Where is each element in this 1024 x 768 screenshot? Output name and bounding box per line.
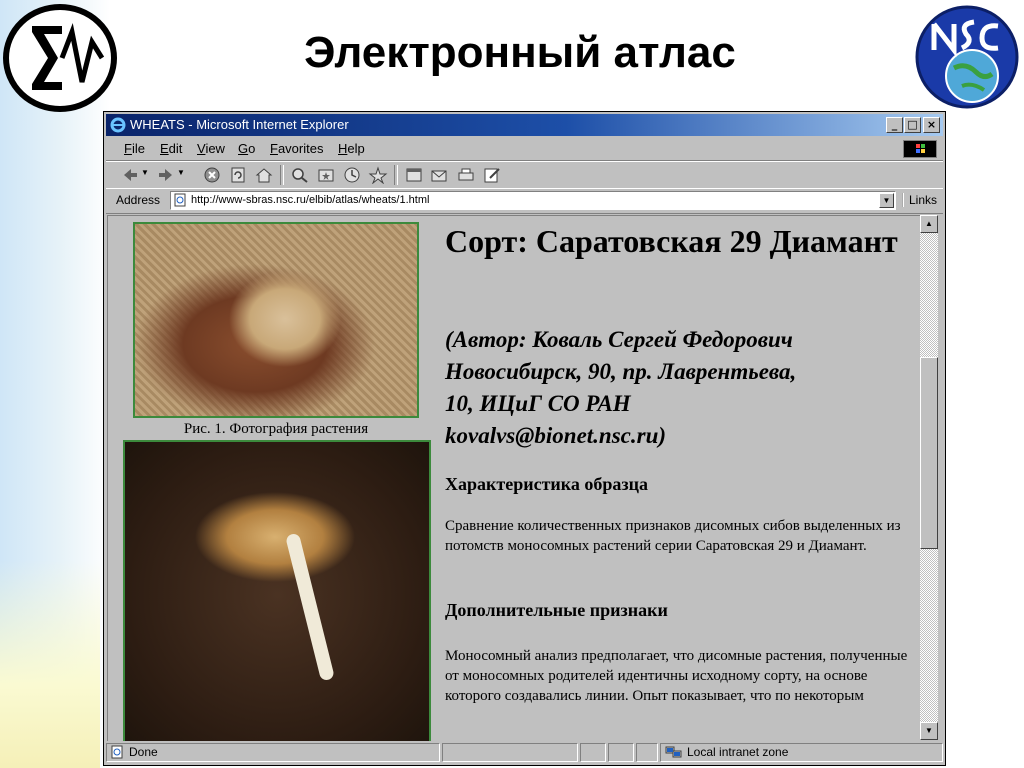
toolbar-separator xyxy=(394,165,398,185)
print-icon[interactable] xyxy=(456,166,476,184)
browser-window: WHEATS - Microsoft Internet Explorer _ □… xyxy=(103,111,946,766)
search-icon[interactable] xyxy=(290,166,310,184)
section-heading-additional: Дополнительные признаки xyxy=(445,600,668,620)
toolbar-separator xyxy=(280,165,284,185)
close-button[interactable]: × xyxy=(923,117,940,133)
mail-icon[interactable] xyxy=(430,166,450,184)
edit-icon[interactable] xyxy=(482,166,502,184)
forward-icon[interactable] xyxy=(156,166,176,184)
section-text-additional: Моносомный анализ предполагает, что дисо… xyxy=(445,648,908,704)
status-bar: Done Local intranet zone xyxy=(106,742,943,763)
section-text-characteristics: Сравнение количественных признаков дисом… xyxy=(445,518,901,554)
photo-caption: Рис. 1. Фотография растения xyxy=(183,421,369,437)
scroll-down-icon[interactable]: ▼ xyxy=(920,722,938,740)
scroll-up-icon[interactable]: ▲ xyxy=(920,215,938,233)
status-pane-zone: Local intranet zone xyxy=(660,743,943,762)
intranet-zone-icon xyxy=(665,746,682,758)
status-text: Done xyxy=(129,745,158,759)
back-icon[interactable] xyxy=(120,166,140,184)
address-label: Address xyxy=(116,193,161,207)
fullscreen-icon[interactable] xyxy=(404,166,424,184)
favorites-icon[interactable] xyxy=(316,166,336,184)
address-bar: Address http://www-sbras.nsc.ru/elbib/at… xyxy=(106,188,943,214)
back-dropdown-icon[interactable]: ▼ xyxy=(141,168,149,177)
institute-logo-icon xyxy=(3,4,117,112)
slide-title: Электронный атлас xyxy=(304,28,736,77)
menu-edit[interactable]: Edit xyxy=(160,138,182,160)
variety-title: Сорт: Саратовская 29 Диамант xyxy=(445,223,898,259)
address-input[interactable]: http://www-sbras.nsc.ru/elbib/atlas/whea… xyxy=(170,191,896,210)
stop-icon[interactable] xyxy=(202,166,222,184)
author-line: (Автор: Коваль Сергей Федорович xyxy=(445,327,793,352)
menu-bar: File Edit View Go Favorites Help xyxy=(106,138,943,161)
status-pane-main: Done xyxy=(106,743,440,762)
links-button[interactable]: Links xyxy=(901,193,937,207)
section-heading-characteristics: Характеристика образца xyxy=(445,474,649,494)
author-email-link[interactable]: kovalvs@bionet.nsc.ru) xyxy=(445,420,915,452)
menu-view[interactable]: View xyxy=(197,138,225,160)
plant-photo-grain xyxy=(133,222,419,418)
channels-icon[interactable] xyxy=(368,166,388,184)
sprout-shape xyxy=(285,532,335,682)
status-pane xyxy=(580,743,606,762)
author-line: 10, ИЦиГ СО РАН xyxy=(445,391,631,416)
ie-icon xyxy=(110,117,126,133)
window-title: WHEATS - Microsoft Internet Explorer xyxy=(130,117,349,132)
status-pane xyxy=(636,743,658,762)
author-line: Новосибирск, 90, пр. Лаврентьева, xyxy=(445,359,797,384)
menu-go[interactable]: Go xyxy=(238,138,255,160)
windows-logo-icon xyxy=(903,140,937,158)
menu-file[interactable]: File xyxy=(124,138,145,160)
page-icon xyxy=(174,193,186,207)
history-icon[interactable] xyxy=(342,166,362,184)
standard-toolbar: ▼ ▼ xyxy=(106,161,943,189)
status-pane xyxy=(442,743,578,762)
author-info: (Автор: Коваль Сергей Федорович Новосиби… xyxy=(445,324,915,452)
status-pane xyxy=(608,743,634,762)
address-url: http://www-sbras.nsc.ru/elbib/atlas/whea… xyxy=(191,194,430,206)
forward-dropdown-icon[interactable]: ▼ xyxy=(177,168,185,177)
menu-favorites[interactable]: Favorites xyxy=(270,138,323,160)
plant-photo-seedling xyxy=(123,440,431,741)
menu-help[interactable]: Help xyxy=(338,138,365,160)
scroll-thumb[interactable] xyxy=(920,357,938,549)
vertical-scrollbar[interactable]: ▲ ▼ xyxy=(920,215,938,740)
address-dropdown-icon[interactable]: ▼ xyxy=(879,193,894,208)
minimize-button[interactable]: _ xyxy=(886,117,903,133)
nsc-logo-icon xyxy=(915,5,1019,109)
maximize-button[interactable]: □ xyxy=(904,117,921,133)
refresh-icon[interactable] xyxy=(228,166,248,184)
window-titlebar[interactable]: WHEATS - Microsoft Internet Explorer _ □… xyxy=(106,114,943,136)
page-content: Рис. 1. Фотография растения Сорт: Сарато… xyxy=(107,215,920,741)
slide-background-accent xyxy=(0,560,100,768)
page-done-icon xyxy=(111,745,123,759)
home-icon[interactable] xyxy=(254,166,274,184)
zone-text: Local intranet zone xyxy=(687,745,789,759)
